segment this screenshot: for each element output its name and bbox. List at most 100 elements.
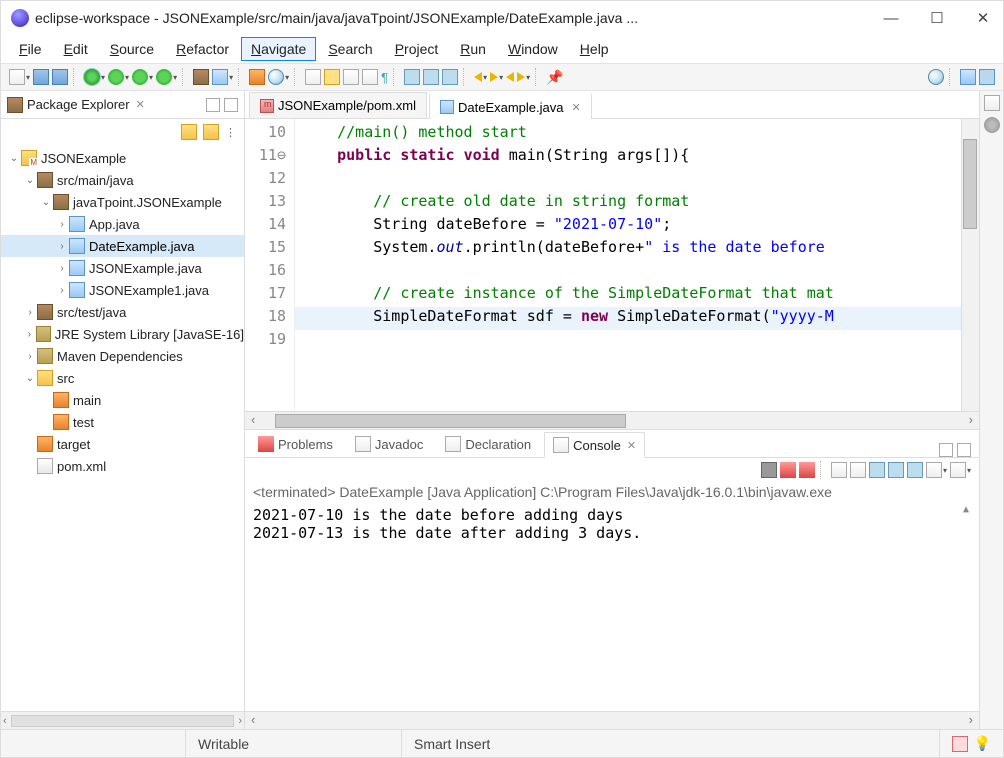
menu-navigate[interactable]: Navigate	[241, 37, 316, 61]
pilcrow-icon[interactable]: ¶	[381, 70, 388, 85]
back-history-icon[interactable]	[506, 72, 514, 82]
tree-node[interactable]: ›Maven Dependencies	[1, 345, 244, 367]
maximize-button[interactable]: ☐	[927, 8, 947, 28]
tree-node[interactable]: ⌄javaTpoint.JSONExample	[1, 191, 244, 213]
tree-node[interactable]: main	[1, 389, 244, 411]
tree-label: test	[73, 415, 94, 430]
quick-access-icon[interactable]	[928, 69, 944, 85]
bottom-tab-javadoc[interactable]: Javadoc	[346, 431, 432, 457]
toggle-ws-icon[interactable]	[362, 69, 378, 85]
bottom-tab-problems[interactable]: Problems	[249, 431, 342, 457]
minimize-button[interactable]: —	[881, 8, 901, 28]
task-list-icon[interactable]	[984, 117, 1000, 133]
menu-source[interactable]: Source	[100, 37, 164, 61]
coverage-icon[interactable]	[132, 69, 148, 85]
run-icon[interactable]	[108, 69, 124, 85]
show-console-icon[interactable]	[888, 462, 904, 478]
open-console-icon[interactable]	[950, 462, 966, 478]
console-hscroll[interactable]: ‹›	[245, 711, 979, 729]
save-all-icon[interactable]	[52, 69, 68, 85]
search-icon[interactable]	[268, 69, 284, 85]
tree-node[interactable]: test	[1, 411, 244, 433]
editor-tab[interactable]: DateExample.java✕	[429, 93, 592, 119]
editor-hscroll[interactable]: ‹ ›	[245, 411, 979, 429]
project-tree[interactable]: ⌄JSONExample⌄src/main/java⌄javaTpoint.JS…	[1, 145, 244, 711]
tree-node[interactable]: ›JRE System Library [JavaSE-16]	[1, 323, 244, 345]
run-last-icon[interactable]	[156, 69, 172, 85]
explorer-hscroll[interactable]: ‹›	[1, 711, 244, 729]
display-selected-icon[interactable]	[926, 462, 942, 478]
console-scroll-up-icon[interactable]: ▲	[963, 504, 977, 518]
bottom-tab-declaration[interactable]: Declaration	[436, 431, 540, 457]
remove-launch-icon[interactable]	[780, 462, 796, 478]
new-class-icon[interactable]	[212, 69, 228, 85]
debug-icon[interactable]	[84, 69, 100, 85]
perspective-java-icon[interactable]	[960, 69, 976, 85]
package-explorer-close-icon[interactable]: ✕	[136, 98, 145, 111]
bottom-tab-icon	[258, 436, 274, 452]
toggle-block-icon[interactable]	[343, 69, 359, 85]
menu-refactor[interactable]: Refactor	[166, 37, 239, 61]
view-menu-icon[interactable]: ⋮	[225, 126, 236, 139]
scroll-lock-icon[interactable]	[850, 462, 866, 478]
close-button[interactable]: ✕	[973, 8, 993, 28]
perspective-icon[interactable]	[979, 69, 995, 85]
menu-search[interactable]: Search	[318, 37, 382, 61]
menu-help[interactable]: Help	[570, 37, 619, 61]
collapse-all-icon[interactable]	[181, 124, 197, 140]
annotation-next-icon[interactable]	[423, 69, 439, 85]
bottom-tab-close-icon[interactable]: ✕	[627, 439, 636, 452]
menu-file[interactable]: File	[9, 37, 52, 61]
tree-node[interactable]: ›JSONExample.java	[1, 257, 244, 279]
tree-node[interactable]: target	[1, 433, 244, 455]
terminate-icon[interactable]	[761, 462, 777, 478]
last-edit-icon[interactable]	[442, 69, 458, 85]
maximize-view-icon[interactable]	[224, 98, 238, 112]
tree-icon	[37, 458, 53, 474]
tree-node[interactable]: ⌄src	[1, 367, 244, 389]
tree-node[interactable]: ›App.java	[1, 213, 244, 235]
tab-close-icon[interactable]: ✕	[571, 101, 580, 114]
pin-icon[interactable]: 📌	[546, 69, 563, 86]
word-wrap-icon[interactable]	[869, 462, 885, 478]
remove-all-icon[interactable]	[799, 462, 815, 478]
bottom-tabs: ProblemsJavadocDeclaration Console ✕	[245, 430, 979, 458]
back-icon[interactable]	[474, 72, 482, 82]
editor-vscroll[interactable]	[961, 119, 979, 411]
pin-console-icon[interactable]	[907, 462, 923, 478]
code-editor[interactable]: 1011⊖1213141516171819 //main() method st…	[245, 119, 979, 411]
tree-node[interactable]: ⌄src/main/java	[1, 169, 244, 191]
open-type-icon[interactable]	[249, 69, 265, 85]
console-output[interactable]: ▲ 2021-07-10 is the date before adding d…	[245, 502, 979, 711]
tree-node[interactable]: ⌄JSONExample	[1, 147, 244, 169]
toggle-breadcrumb-icon[interactable]	[305, 69, 321, 85]
tree-node[interactable]: ›DateExample.java	[1, 235, 244, 257]
bottom-maximize-icon[interactable]	[957, 443, 971, 457]
bottom-tab-label: Console	[573, 438, 621, 453]
tree-node[interactable]: pom.xml	[1, 455, 244, 477]
status-error-icon[interactable]	[952, 736, 968, 752]
toggle-mark-icon[interactable]	[324, 69, 340, 85]
new-icon[interactable]	[9, 69, 25, 85]
editor-tab[interactable]: JSONExample/pom.xml	[249, 92, 427, 118]
code-content[interactable]: //main() method start public static void…	[295, 119, 961, 411]
tree-node[interactable]: ›JSONExample1.java	[1, 279, 244, 301]
new-package-icon[interactable]	[193, 69, 209, 85]
bottom-minimize-icon[interactable]	[939, 443, 953, 457]
forward-icon[interactable]	[490, 72, 498, 82]
menu-edit[interactable]: Edit	[54, 37, 98, 61]
console-line: 2021-07-13 is the date after adding 3 da…	[253, 524, 971, 542]
minimize-view-icon[interactable]	[206, 98, 220, 112]
save-icon[interactable]	[33, 69, 49, 85]
forward-history-icon[interactable]	[517, 72, 525, 82]
menu-project[interactable]: Project	[385, 37, 449, 61]
tree-node[interactable]: ›src/test/java	[1, 301, 244, 323]
menu-window[interactable]: Window	[498, 37, 568, 61]
clear-console-icon[interactable]	[831, 462, 847, 478]
outline-icon[interactable]	[984, 95, 1000, 111]
bottom-tab-console[interactable]: Console ✕	[544, 432, 645, 458]
tree-label: src	[57, 371, 74, 386]
link-editor-icon[interactable]	[203, 124, 219, 140]
annotation-prev-icon[interactable]	[404, 69, 420, 85]
menu-run[interactable]: Run	[450, 37, 496, 61]
